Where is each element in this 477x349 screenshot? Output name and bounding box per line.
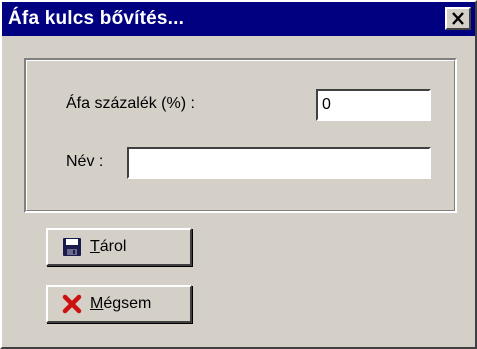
name-input[interactable] <box>127 147 431 179</box>
save-button-label: Tárol <box>90 238 127 255</box>
cancel-button-label: Mégsem <box>90 295 152 312</box>
name-label: Név : <box>66 153 104 170</box>
cancel-button[interactable]: Mégsem <box>46 285 192 323</box>
window-title: Áfa kulcs bővítés... <box>8 8 185 29</box>
floppy-disk-icon <box>63 238 81 256</box>
red-x-icon <box>62 294 82 314</box>
vat-percent-label: Áfa százalék (%) : <box>66 95 195 112</box>
input-groupbox: Áfa százalék (%) : Név : <box>24 58 457 213</box>
title-bar[interactable]: Áfa kulcs bővítés... <box>2 2 475 36</box>
close-icon <box>452 12 464 25</box>
dialog-window: Áfa kulcs bővítés... Áfa százalék (%) : … <box>0 0 477 349</box>
close-button[interactable] <box>445 7 471 30</box>
save-button[interactable]: Tárol <box>46 228 192 266</box>
vat-percent-input[interactable] <box>316 89 431 121</box>
